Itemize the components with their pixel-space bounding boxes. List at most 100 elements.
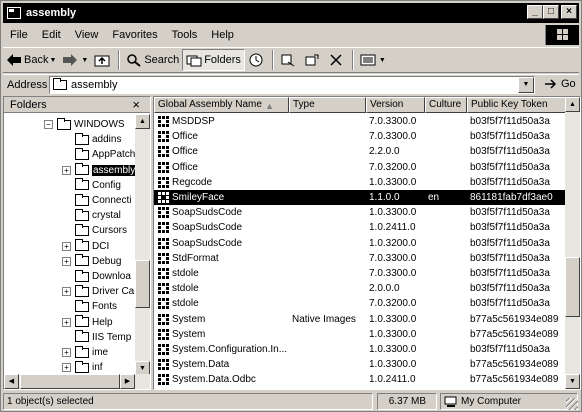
tree-expander-icon[interactable]: +: [62, 165, 71, 175]
table-row[interactable]: Office 7.0.3300.0 b03f5f7f11d50a3a: [154, 129, 566, 144]
hscroll-thumb[interactable]: [20, 374, 120, 389]
go-button[interactable]: Go: [543, 77, 576, 91]
folder-tree-item[interactable]: Connecti: [62, 193, 131, 208]
window-controls: _ □ ×: [527, 5, 577, 19]
forward-dropdown-icon[interactable]: ▼: [81, 57, 88, 64]
folder-icon: [75, 193, 89, 206]
search-button[interactable]: Search: [123, 49, 182, 71]
table-row[interactable]: stdole 7.0.3200.0 b03f5f7f11d50a3a: [154, 296, 566, 311]
views-button[interactable]: ▼: [357, 49, 389, 71]
menu-edit[interactable]: Edit: [35, 29, 68, 41]
maximize-button[interactable]: □: [543, 5, 559, 19]
folder-tree-item[interactable]: + Help: [62, 315, 113, 330]
column-header-culture[interactable]: Culture: [425, 97, 467, 113]
menu-view[interactable]: View: [68, 29, 106, 41]
table-row[interactable]: StdFormat 7.0.3300.0 b03f5f7f11d50a3a: [154, 251, 566, 266]
table-row[interactable]: Regcode 1.0.3300.0 b03f5f7f11d50a3a: [154, 175, 566, 190]
title-bar[interactable]: assembly _ □ ×: [3, 3, 579, 23]
status-zone-label: My Computer: [461, 396, 522, 407]
table-row[interactable]: stdole 7.0.3300.0 b03f5f7f11d50a3a: [154, 266, 566, 281]
scroll-right-button[interactable]: ▶: [120, 374, 135, 389]
back-dropdown-icon[interactable]: ▼: [49, 57, 56, 64]
folder-tree-item[interactable]: addins: [62, 132, 121, 147]
tree-expander-icon[interactable]: +: [62, 241, 71, 251]
column-header-version[interactable]: Version: [366, 97, 425, 113]
cell-culture: [425, 251, 467, 266]
table-row[interactable]: MSDDSP 7.0.3300.0 b03f5f7f11d50a3a: [154, 114, 566, 129]
table-row[interactable]: SoapSudsCode 1.0.3200.0 b03f5f7f11d50a3a: [154, 236, 566, 251]
views-dropdown-icon[interactable]: ▼: [379, 57, 386, 64]
forward-button[interactable]: ▼: [59, 49, 91, 71]
cell-type: [289, 190, 366, 205]
cell-type: [289, 236, 366, 251]
folder-tree-item[interactable]: Cursors: [62, 223, 127, 238]
folder-tree-item[interactable]: + Debug: [62, 254, 121, 269]
tree-expander-icon[interactable]: +: [62, 363, 71, 373]
table-row[interactable]: System Native Images 1.0.3300.0 b77a5c56193…: [154, 312, 566, 327]
folder-tree-item[interactable]: IIS Temp: [62, 330, 131, 345]
table-row[interactable]: System.Data 1.0.3300.0 b77a5c561934e089: [154, 357, 566, 372]
copy-to-button[interactable]: [301, 49, 325, 71]
menu-favorites[interactable]: Favorites: [105, 29, 164, 41]
folder-tree-item[interactable]: crystal: [62, 208, 121, 223]
folder-tree-item[interactable]: Config: [62, 178, 121, 193]
tree-expander-icon[interactable]: +: [62, 348, 71, 357]
folder-tree-item[interactable]: + ime: [62, 345, 108, 360]
table-row[interactable]: Office 7.0.3200.0 b03f5f7f11d50a3a: [154, 160, 566, 175]
folder-tree-item[interactable]: + assembly: [62, 163, 136, 178]
minimize-button[interactable]: _: [527, 5, 543, 19]
assembly-name-text: System.Configuration.In...: [172, 344, 288, 355]
folder-tree-item[interactable]: + Driver Ca: [62, 284, 134, 299]
tree-expander-icon[interactable]: +: [62, 256, 71, 266]
cell-version: 7.0.3200.0: [369, 161, 417, 173]
folder-tree-label: Cursors: [92, 225, 128, 237]
go-arrow-icon: [545, 79, 557, 89]
delete-button[interactable]: [325, 49, 349, 71]
up-button[interactable]: [91, 49, 115, 71]
column-header-type[interactable]: Type: [289, 97, 366, 113]
assembly-icon: [158, 374, 170, 386]
tree-expander-icon[interactable]: +: [62, 287, 71, 297]
scroll-left-button[interactable]: ◀: [4, 374, 19, 389]
table-row[interactable]: System.Data.Odbc 1.0.2411.0 b77a5c561934e0…: [154, 372, 566, 387]
scroll-down-button[interactable]: ▼: [565, 374, 580, 389]
history-button[interactable]: [245, 49, 269, 71]
scroll-thumb[interactable]: [565, 257, 580, 317]
close-button[interactable]: ×: [561, 5, 577, 19]
folder-tree-item[interactable]: + DCI: [62, 239, 109, 254]
menu-file[interactable]: File: [3, 29, 35, 41]
cell-type: [289, 129, 366, 144]
table-row[interactable]: stdole 2.0.0.0 b03f5f7f11d50a3a: [154, 281, 566, 296]
menu-tools[interactable]: Tools: [165, 29, 205, 41]
folder-tree-item[interactable]: AppPatch: [62, 147, 135, 162]
column-header-public-key-token[interactable]: Public Key Token: [467, 97, 566, 113]
tree-expander-icon[interactable]: +: [62, 317, 71, 327]
scroll-thumb[interactable]: [135, 260, 150, 308]
folder-tree-item[interactable]: Fonts: [62, 299, 117, 314]
table-row[interactable]: SoapSudsCode 1.0.2411.0 b03f5f7f11d50a3a: [154, 220, 566, 235]
folder-tree-item[interactable]: Downloa: [62, 269, 131, 284]
table-row[interactable]: SmileyFace 1.1.0.0 en 861181fab7df3ae0: [154, 190, 566, 205]
column-header-name[interactable]: Global Assembly Name ▲: [154, 97, 289, 113]
folder-tree-item[interactable]: + inf: [62, 360, 103, 375]
address-input[interactable]: assembly ▼: [49, 76, 535, 94]
folders-button[interactable]: Folders: [182, 49, 245, 71]
menu-help[interactable]: Help: [204, 29, 241, 41]
address-dropdown-button[interactable]: ▼: [518, 77, 534, 93]
resize-grip[interactable]: [566, 398, 578, 410]
sort-ascending-icon: ▲: [265, 101, 274, 111]
scroll-up-button[interactable]: ▲: [135, 114, 150, 129]
table-row[interactable]: SoapSudsCode 1.0.3300.0 b03f5f7f11d50a3a: [154, 205, 566, 220]
back-button[interactable]: Back ▼: [3, 49, 59, 71]
folders-vertical-scrollbar[interactable]: ▲ ▼: [135, 114, 150, 376]
folders-horizontal-scrollbar[interactable]: ◀ ▶: [4, 374, 150, 389]
close-folders-pane-button[interactable]: ×: [132, 97, 140, 112]
folder-tree-item[interactable]: − WINDOWS: [44, 117, 125, 132]
table-row[interactable]: System.Configuration.In... 1.0.3300.0 b03f…: [154, 342, 566, 357]
scroll-up-button[interactable]: ▲: [565, 97, 580, 112]
table-row[interactable]: System 1.0.3300.0 b77a5c561934e089: [154, 327, 566, 342]
move-to-button[interactable]: [277, 49, 301, 71]
list-vertical-scrollbar[interactable]: ▲ ▼: [565, 97, 580, 389]
table-row[interactable]: Office 2.2.0.0 b03f5f7f11d50a3a: [154, 144, 566, 159]
tree-expander-icon[interactable]: −: [44, 120, 53, 129]
